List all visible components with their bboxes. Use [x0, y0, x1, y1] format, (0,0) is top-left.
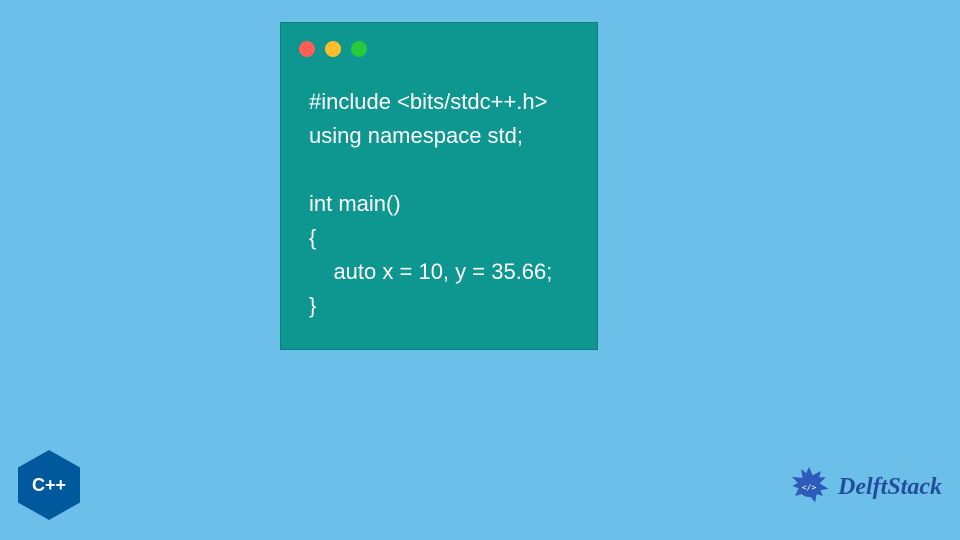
code-window: #include <bits/stdc++.h> using namespace…	[280, 22, 598, 350]
code-block: #include <bits/stdc++.h> using namespace…	[309, 85, 577, 323]
brand-logo: </> DelftStack	[786, 464, 942, 510]
code-line: using namespace std;	[309, 123, 523, 148]
code-line: int main()	[309, 191, 401, 216]
minimize-dot-icon	[325, 41, 341, 57]
code-line: #include <bits/stdc++.h>	[309, 89, 548, 114]
svg-text:</>: </>	[802, 483, 817, 492]
window-traffic-lights	[299, 41, 367, 57]
delftstack-icon: </>	[786, 464, 832, 510]
cpp-badge: C++	[18, 450, 80, 520]
code-line: {	[309, 225, 316, 250]
cpp-label: C++	[32, 475, 66, 496]
cpp-hexagon-icon: C++	[18, 450, 80, 520]
close-dot-icon	[299, 41, 315, 57]
code-line: auto x = 10, y = 35.66;	[309, 259, 552, 284]
maximize-dot-icon	[351, 41, 367, 57]
brand-name: DelftStack	[838, 474, 942, 501]
code-line: }	[309, 293, 316, 318]
